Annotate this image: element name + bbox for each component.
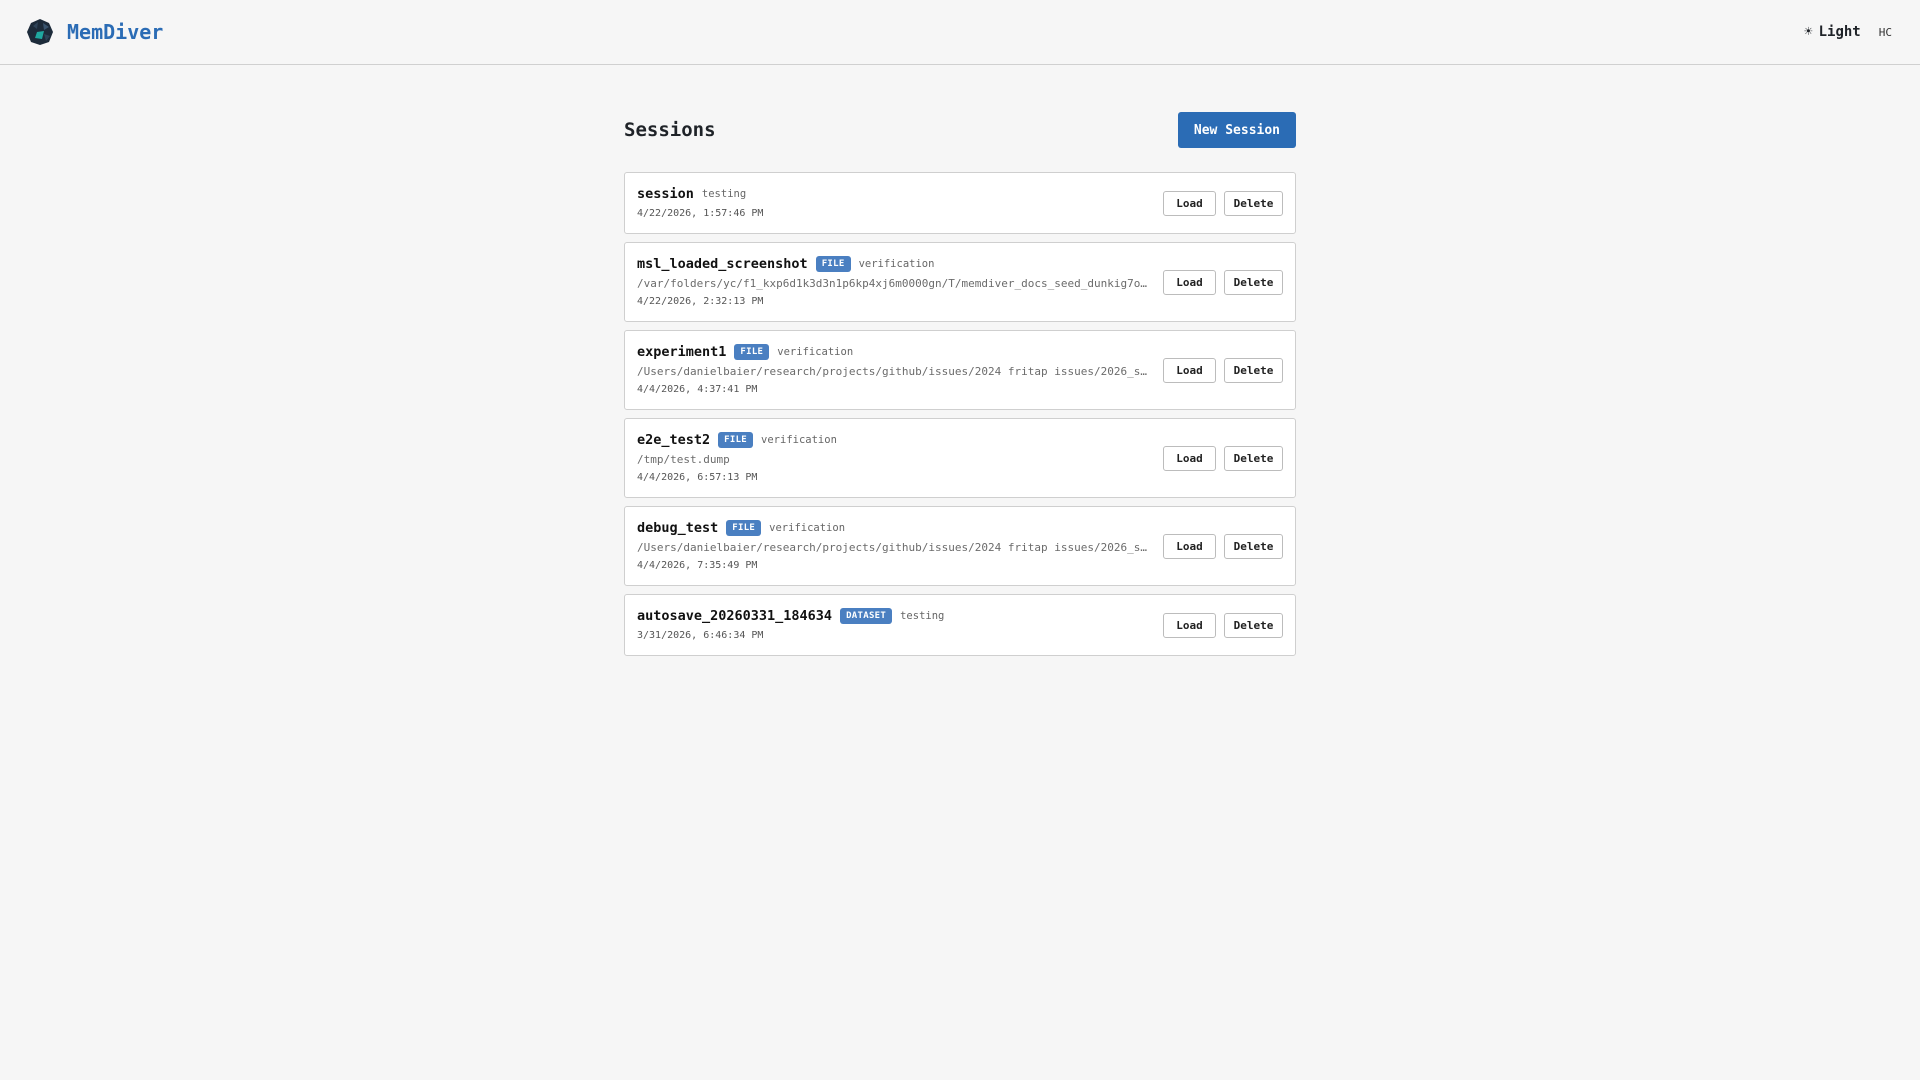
session-actions: Load Delete [1163,445,1283,471]
session-actions: Load Delete [1163,357,1283,383]
session-mode-tag: testing [701,188,747,200]
session-name: debug_test [637,520,719,536]
session-name: session [637,186,694,202]
delete-button[interactable]: Delete [1224,612,1283,638]
session-date: 4/22/2026, 2:32:13 PM [637,296,764,307]
session-type-badge: FILE [734,344,770,360]
session-path: /tmp/test.dump [637,453,730,466]
session-info: e2e_test2 FILE verification/tmp/test.dump 4… [637,430,1163,486]
session-name-row: debug_test FILE verification [637,518,1151,538]
new-session-button[interactable]: New Session [1177,112,1296,148]
delete-button[interactable]: Delete [1224,357,1283,383]
session-actions: Load Delete [1163,612,1283,638]
sun-icon: ☀ [1804,24,1813,40]
sessions-panel: Sessions New Session session testing 4/22/… [624,112,1296,656]
session-actions: Load Delete [1163,190,1283,216]
delete-button[interactable]: Delete [1224,190,1283,216]
session-info: session testing 4/22/2026, 1:57:46 PM [637,184,1163,222]
session-card[interactable]: e2e_test2 FILE verification/tmp/test.dump 4… [624,418,1296,498]
session-name: msl_loaded_screenshot [637,256,808,272]
load-button[interactable]: Load [1163,533,1216,559]
session-path: /Users/danielbaier/research/projects/git… [637,365,1147,378]
theme-label: Light [1818,24,1861,40]
session-type-badge: FILE [726,520,762,536]
delete-button[interactable]: Delete [1224,533,1283,559]
page-title: Sessions [624,119,716,141]
session-actions: Load Delete [1163,533,1283,559]
session-info: msl_loaded_screenshot FILE verification/va… [637,254,1163,310]
session-path: /var/folders/yc/f1_kxp6d1k3d3n1p6kp4xj6m… [637,277,1147,290]
high-contrast-button[interactable]: HC [1879,26,1892,39]
session-mode-tag: verification [777,346,854,358]
session-info: experiment1 FILE verification/Users/daniel… [637,342,1163,398]
session-type-badge: DATASET [840,608,893,624]
session-type-badge: FILE [718,432,754,448]
session-name-row: session testing [637,184,1151,204]
load-button[interactable]: Load [1163,269,1216,295]
session-date: 4/22/2026, 1:57:46 PM [637,208,764,219]
session-name-row: experiment1 FILE verification [637,342,1151,362]
session-list: session testing 4/22/2026, 1:57:46 PM Load D… [624,172,1296,656]
session-card[interactable]: session testing 4/22/2026, 1:57:46 PM Load D… [624,172,1296,234]
session-name-row: autosave_20260331_184634 DATASET testing [637,606,1151,626]
session-name: autosave_20260331_184634 [637,608,833,624]
session-name-row: e2e_test2 FILE verification [637,430,1151,450]
session-card[interactable]: msl_loaded_screenshot FILE verification/va… [624,242,1296,322]
session-card[interactable]: autosave_20260331_184634 DATASET testing 3/… [624,594,1296,656]
theme-toggle-button[interactable]: ☀ Light [1804,24,1861,40]
sessions-header: Sessions New Session [624,112,1296,148]
session-name: experiment1 [637,344,727,360]
load-button[interactable]: Load [1163,445,1216,471]
session-name-row: msl_loaded_screenshot FILE verification [637,254,1151,274]
session-date: 4/4/2026, 4:37:41 PM [637,384,758,395]
session-info: debug_test FILE verification/Users/danielb… [637,518,1163,574]
session-path: /Users/danielbaier/research/projects/git… [637,541,1147,554]
session-card[interactable]: experiment1 FILE verification/Users/daniel… [624,330,1296,410]
session-date: 4/4/2026, 6:57:13 PM [637,472,758,483]
load-button[interactable]: Load [1163,190,1216,216]
app-name: MemDiver [67,20,164,44]
session-date: 3/31/2026, 6:46:34 PM [637,630,764,641]
memdiver-logo-icon [27,19,53,45]
session-actions: Load Delete [1163,269,1283,295]
session-info: autosave_20260331_184634 DATASET testing 3/… [637,606,1163,644]
top-bar: MemDiver ☀ Light HC [0,0,1920,65]
brand[interactable]: MemDiver [25,17,163,47]
delete-button[interactable]: Delete [1224,269,1283,295]
top-actions: ☀ Light HC [1804,0,1892,64]
load-button[interactable]: Load [1163,357,1216,383]
session-mode-tag: verification [769,522,846,534]
load-button[interactable]: Load [1163,612,1216,638]
session-type-badge: FILE [815,256,851,272]
session-mode-tag: verification [761,434,837,446]
session-date: 4/4/2026, 7:35:49 PM [637,560,758,571]
session-card[interactable]: debug_test FILE verification/Users/danielb… [624,506,1296,586]
delete-button[interactable]: Delete [1224,445,1283,471]
session-mode-tag: testing [900,610,945,622]
session-mode-tag: verification [858,258,935,270]
session-name: e2e_test2 [637,432,711,448]
